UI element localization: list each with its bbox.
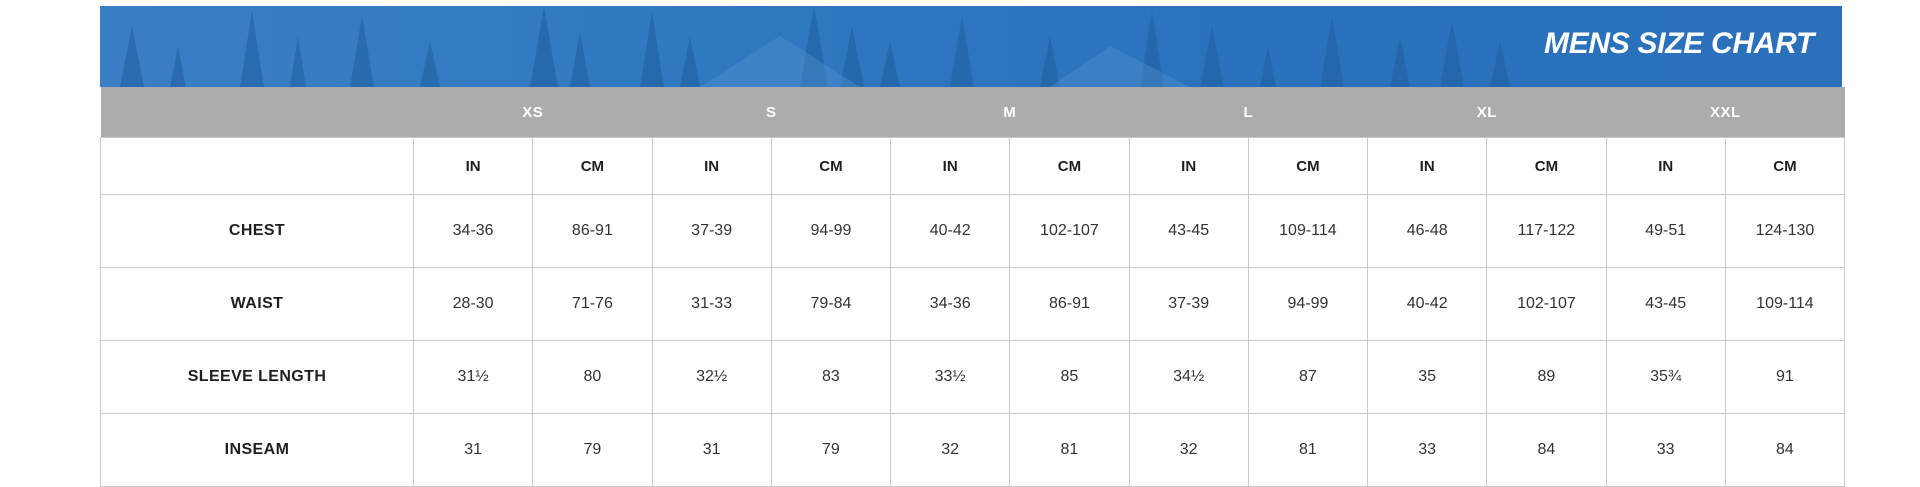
size-header: S xyxy=(652,87,891,138)
measurement-cell: 80 xyxy=(532,340,653,414)
unit-header: CM xyxy=(1486,137,1607,195)
measurement-cell: 117-122 xyxy=(1486,194,1607,268)
measurement-cell: 46-48 xyxy=(1367,194,1488,268)
measurement-rows: CHEST 34-36 86-91 37-39 94-99 40-42 102-107 43-… xyxy=(100,194,1846,487)
measurement-cell: 34-36 xyxy=(412,194,534,268)
measurement-cell: 33½ xyxy=(890,340,1011,414)
measurement-cell: 109-114 xyxy=(1724,267,1846,341)
table-row: INSEAM 31 79 31 79 32 81 32 81 33 84 33 84 xyxy=(100,413,1846,487)
size-header: XL xyxy=(1367,87,1607,138)
measurement-cell: 89 xyxy=(1486,340,1607,414)
unit-header-row: IN CM IN CM IN CM IN CM IN CM IN CM xyxy=(100,137,1846,195)
measurement-cell: 32 xyxy=(890,413,1011,487)
unit-header: CM xyxy=(770,137,892,195)
size-header: M xyxy=(890,87,1130,138)
measurement-cell: 31 xyxy=(651,413,772,487)
measurement-cell: 86-91 xyxy=(1009,267,1130,341)
measurement-cell: 43-45 xyxy=(1128,194,1249,268)
table-row: WAIST 28-30 71-76 31-33 79-84 34-36 86-91 37-39… xyxy=(100,267,1846,341)
measurement-cell: 32½ xyxy=(651,340,772,414)
row-label: INSEAM xyxy=(100,413,414,487)
measurement-cell: 32 xyxy=(1128,413,1249,487)
measurement-cell: 85 xyxy=(1009,340,1130,414)
measurement-cell: 102-107 xyxy=(1486,267,1607,341)
measurement-cell: 34-36 xyxy=(890,267,1011,341)
measurement-cell: 81 xyxy=(1247,413,1369,487)
unit-header: IN xyxy=(1605,137,1726,195)
size-header: L xyxy=(1129,87,1368,138)
size-chart: MENS SIZE CHART XS S M L XL XXL IN CM IN… xyxy=(100,6,1846,487)
measurement-cell: 40-42 xyxy=(1367,267,1488,341)
size-header-row: XS S M L XL XXL xyxy=(100,87,1845,138)
unit-header: CM xyxy=(1247,137,1369,195)
measurement-cell: 124-130 xyxy=(1724,194,1846,268)
row-label: WAIST xyxy=(100,267,414,341)
size-header: XXL xyxy=(1606,87,1845,138)
measurement-cell: 31-33 xyxy=(651,267,772,341)
measurement-cell: 37-39 xyxy=(1128,267,1249,341)
chart-title: MENS SIZE CHART xyxy=(1544,27,1814,60)
row-label: CHEST xyxy=(100,194,414,268)
unit-header-blank xyxy=(100,137,414,195)
measurement-cell: 84 xyxy=(1724,413,1846,487)
measurement-cell: 34½ xyxy=(1128,340,1249,414)
measurement-cell: 31 xyxy=(412,413,534,487)
table-row: SLEEVE LENGTH 31½ 80 32½ 83 33½ 85 34½ 87 35 89 35¾… xyxy=(100,340,1846,414)
measurement-cell: 33 xyxy=(1367,413,1488,487)
measurement-cell: 94-99 xyxy=(770,194,892,268)
measurement-cell: 71-76 xyxy=(532,267,653,341)
measurement-cell: 43-45 xyxy=(1605,267,1726,341)
unit-header: CM xyxy=(1009,137,1130,195)
measurement-cell: 33 xyxy=(1605,413,1726,487)
measurement-cell: 40-42 xyxy=(890,194,1011,268)
measurement-cell: 79 xyxy=(532,413,653,487)
unit-header: IN xyxy=(1367,137,1488,195)
row-label: SLEEVE LENGTH xyxy=(100,340,414,414)
size-table: XS S M L XL XXL IN CM IN CM IN CM IN CM … xyxy=(100,87,1846,487)
measurement-cell: 81 xyxy=(1009,413,1130,487)
measurement-cell: 83 xyxy=(770,340,892,414)
measurement-cell: 31½ xyxy=(412,340,534,414)
size-header: XS xyxy=(413,87,653,138)
unit-header: IN xyxy=(412,137,534,195)
measurement-cell: 28-30 xyxy=(412,267,534,341)
unit-header: IN xyxy=(1128,137,1249,195)
table-row: CHEST 34-36 86-91 37-39 94-99 40-42 102-107 43-… xyxy=(100,194,1846,268)
unit-header: CM xyxy=(532,137,653,195)
size-header-blank xyxy=(100,87,414,138)
measurement-cell: 35 xyxy=(1367,340,1488,414)
measurement-cell: 49-51 xyxy=(1605,194,1726,268)
measurement-cell: 109-114 xyxy=(1247,194,1369,268)
measurement-cell: 86-91 xyxy=(532,194,653,268)
measurement-cell: 37-39 xyxy=(651,194,772,268)
measurement-cell: 91 xyxy=(1724,340,1846,414)
measurement-cell: 35¾ xyxy=(1605,340,1726,414)
measurement-cell: 87 xyxy=(1247,340,1369,414)
unit-header: IN xyxy=(651,137,772,195)
measurement-cell: 84 xyxy=(1486,413,1607,487)
measurement-cell: 94-99 xyxy=(1247,267,1369,341)
measurement-cell: 79 xyxy=(770,413,892,487)
measurement-cell: 79-84 xyxy=(770,267,892,341)
unit-header: IN xyxy=(890,137,1011,195)
measurement-cell: 102-107 xyxy=(1009,194,1130,268)
unit-header: CM xyxy=(1724,137,1846,195)
header-banner: MENS SIZE CHART xyxy=(100,6,1842,87)
